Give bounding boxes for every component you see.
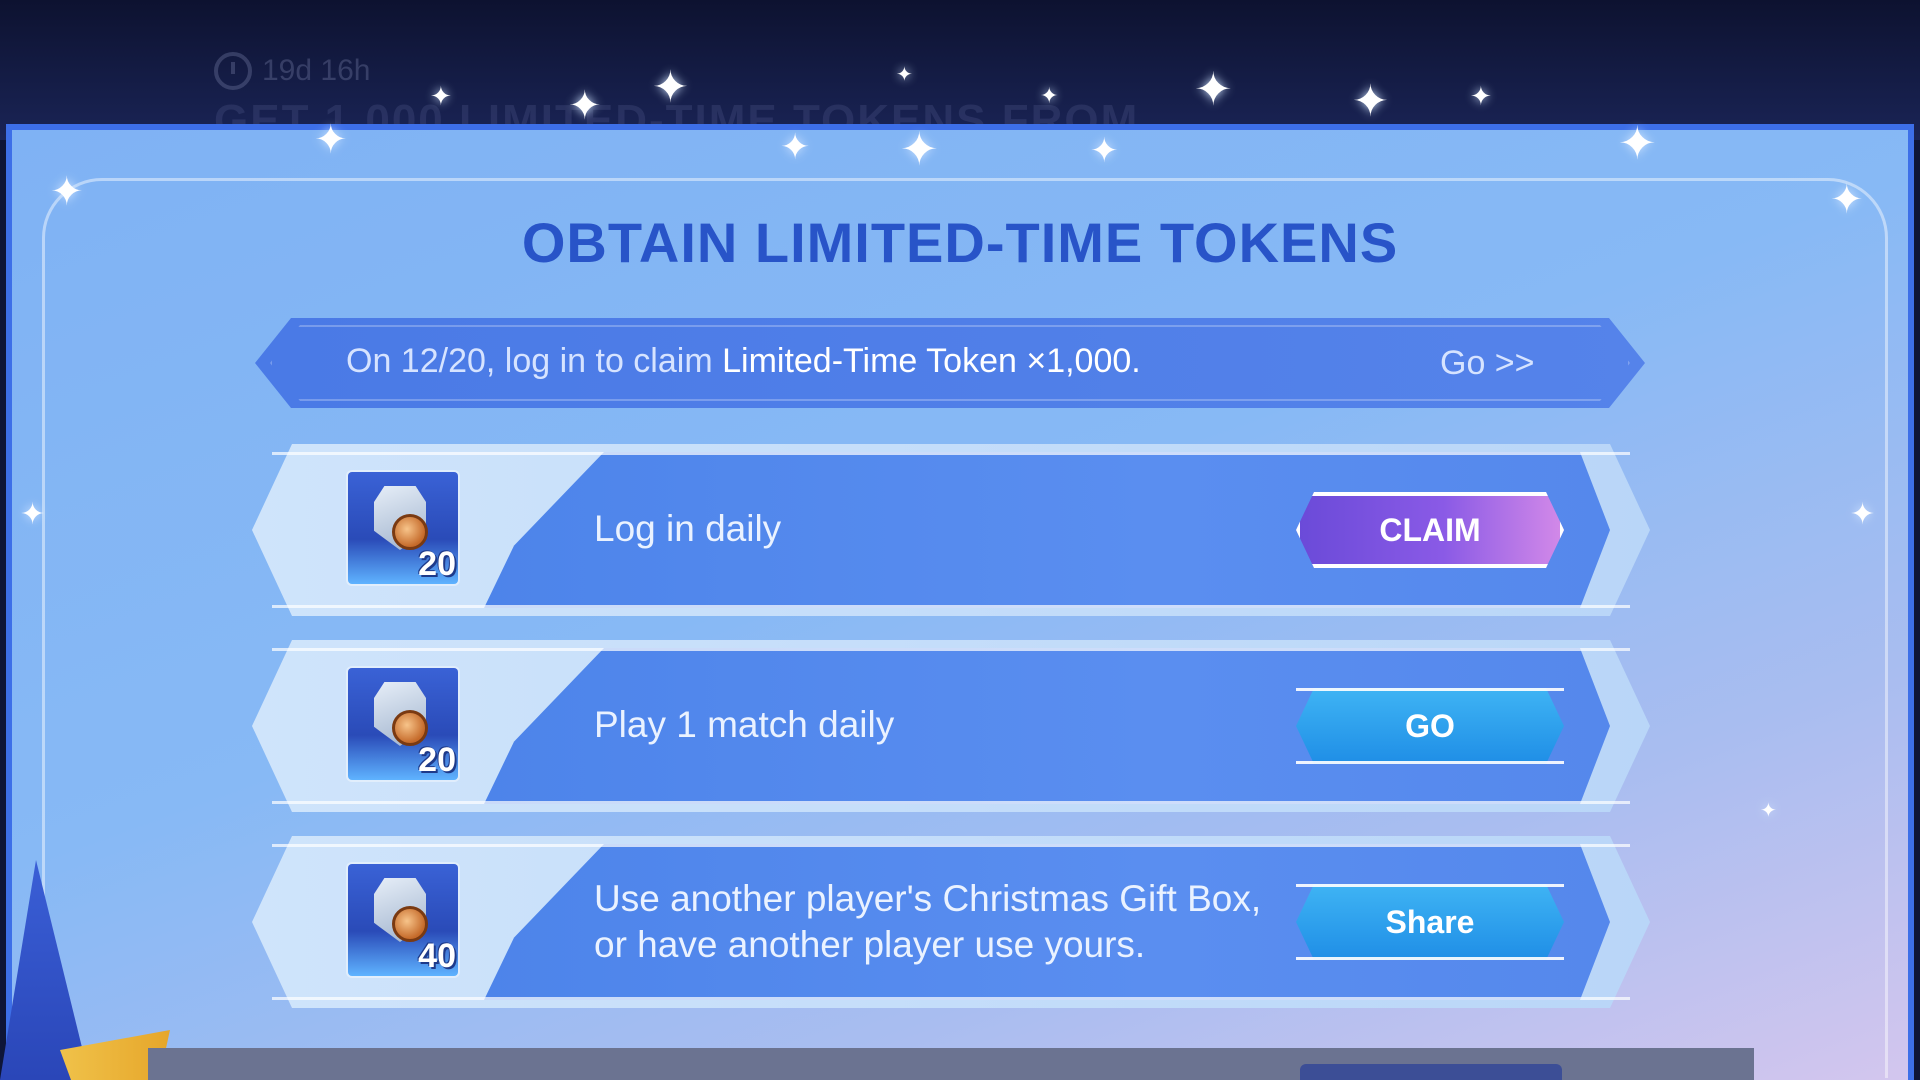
go-button[interactable]: GO	[1296, 688, 1564, 764]
panel-title: OBTAIN LIMITED-TIME TOKENS	[521, 211, 1399, 274]
reward-quantity: 20	[418, 741, 456, 779]
sparkle-icon: ✦	[896, 62, 913, 86]
login-banner-text: On 12/20, log in to claim Limited-Time T…	[346, 342, 1141, 381]
sparkle-icon: ✦	[314, 117, 348, 163]
sparkle-icon: ✦	[1760, 798, 1777, 822]
task-row-match: 20 Play 1 match daily GO	[252, 640, 1650, 812]
share-button[interactable]: Share	[1296, 884, 1564, 960]
banner-text-highlight: Limited-Time Token ×1,000.	[722, 342, 1141, 380]
sparkle-icon: ✦	[568, 83, 602, 129]
sparkle-icon: ✦	[1470, 82, 1492, 112]
task-label: Log in daily	[594, 508, 782, 549]
task-label: Play 1 match daily	[594, 704, 895, 745]
token-icon: 40	[348, 864, 458, 976]
task-row-login: 20 Log in daily CLAIM	[252, 444, 1650, 616]
task-label-line-2: or have another player use yours.	[594, 924, 1146, 965]
sparkle-icon: ✦	[900, 122, 939, 176]
sparkle-icon: ✦	[1040, 84, 1059, 109]
task-label-line-1: Use another player's Christmas Gift Box,	[594, 878, 1262, 919]
banner-text-prefix: On 12/20, log in to claim	[346, 342, 713, 380]
sparkle-icon: ✦	[1352, 76, 1389, 127]
sparkle-icon: ✦	[50, 169, 84, 215]
sparkle-icon: ✦	[1618, 116, 1657, 170]
reward-quantity: 20	[418, 545, 456, 583]
sparkle-icon: ✦	[20, 497, 46, 532]
token-icon: 20	[348, 668, 458, 780]
event-timer: 19d 16h	[214, 52, 370, 90]
banner-go-link[interactable]: Go >>	[1440, 344, 1535, 383]
event-timer-text: 19d 16h	[262, 54, 371, 87]
next-row-button-partial[interactable]	[1300, 1064, 1562, 1080]
reward-quantity: 40	[418, 937, 456, 975]
sparkle-icon: ✦	[780, 127, 811, 168]
clock-icon	[214, 52, 252, 90]
sparkle-icon: ✦	[652, 62, 689, 113]
sparkle-icon: ✦	[1194, 62, 1233, 116]
token-icon: 20	[348, 472, 458, 584]
task-row-gift-box: 40 Use another player's Christmas Gift B…	[252, 836, 1650, 1008]
sparkle-icon: ✦	[1850, 497, 1876, 532]
sparkle-icon: ✦	[430, 82, 452, 112]
claim-button[interactable]: CLAIM	[1296, 492, 1564, 568]
sparkle-icon: ✦	[1090, 131, 1119, 171]
